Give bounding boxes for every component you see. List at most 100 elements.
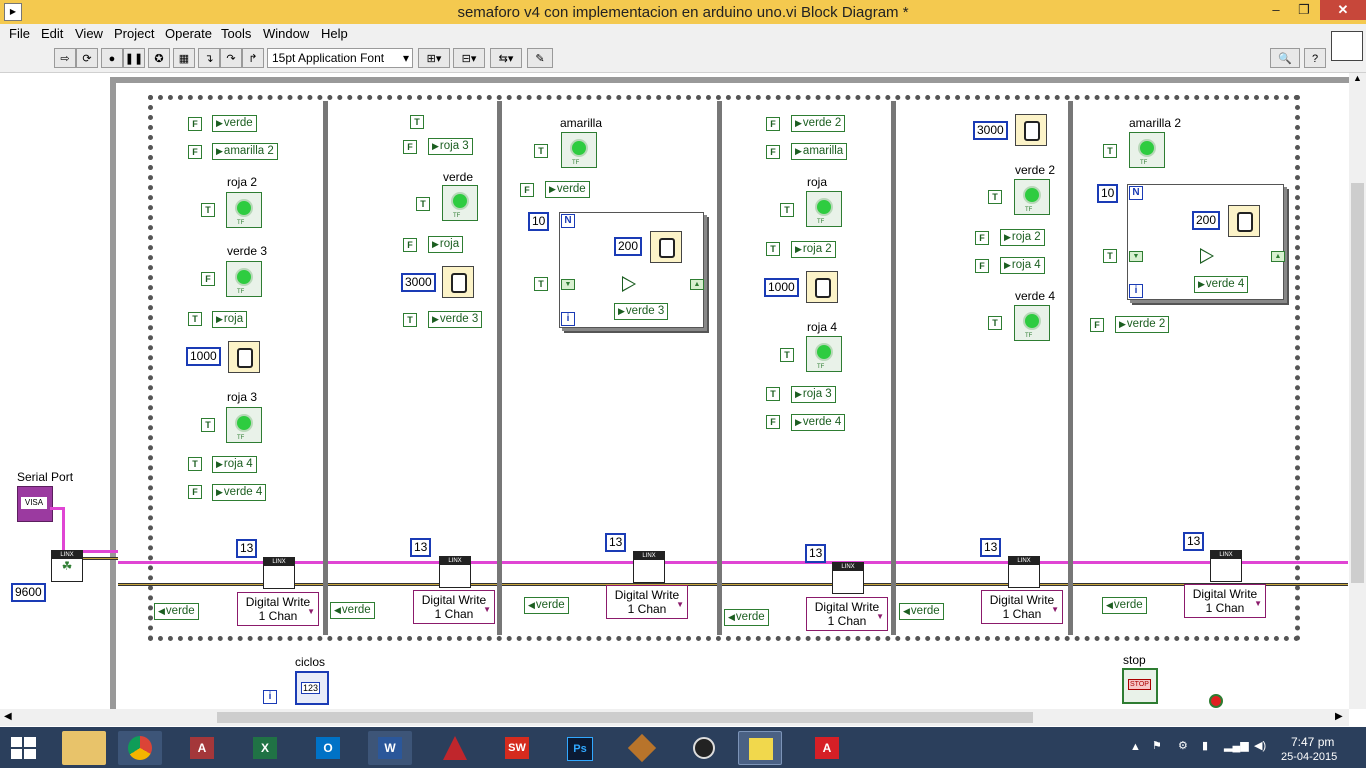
local-variable[interactable]: ▶verde	[212, 115, 257, 132]
loop-count-constant[interactable]: 10	[528, 212, 550, 231]
local-variable-read[interactable]: ◀verde	[899, 603, 944, 620]
wait-ms-constant[interactable]: 200	[1192, 211, 1221, 230]
menu-project[interactable]: Project	[114, 26, 154, 41]
true-constant[interactable]: T	[403, 313, 417, 327]
acrobat-icon[interactable]: A	[805, 731, 849, 765]
reorder-icon[interactable]: ⇆▾	[490, 48, 522, 68]
false-constant[interactable]: F	[201, 272, 215, 286]
flag-icon[interactable]: ⚑	[1152, 739, 1162, 752]
true-constant[interactable]: T	[534, 144, 548, 158]
linx-digital-write[interactable]: LINX	[263, 557, 295, 589]
vertical-scroll-thumb[interactable]	[1351, 183, 1364, 583]
highlight-bulb-icon[interactable]: ✪	[148, 48, 170, 68]
stop-button-terminal[interactable]: STOP	[1122, 668, 1158, 704]
loop-count-constant[interactable]: 10	[1097, 184, 1119, 203]
battery-icon[interactable]: ▮	[1202, 739, 1208, 752]
led-indicator[interactable]: TF	[442, 185, 478, 221]
digital-write-selector[interactable]: Digital Write 1 Chan ▼	[606, 585, 688, 619]
true-constant[interactable]: T	[780, 348, 794, 362]
access-icon[interactable]: A	[180, 731, 224, 765]
run-arrow-icon[interactable]: ⇨	[54, 48, 76, 68]
signal-icon[interactable]: ▂▄▆	[1224, 739, 1249, 752]
digital-write-selector[interactable]: Digital Write 1 Chan ▼	[981, 590, 1063, 624]
menu-tools[interactable]: Tools	[221, 26, 251, 41]
true-constant[interactable]: T	[534, 277, 548, 291]
tool-icon[interactable]	[620, 731, 664, 765]
clock-time[interactable]: 7:47 pm	[1291, 735, 1334, 749]
local-variable[interactable]: ▶verde 4	[212, 484, 267, 501]
baud-rate-constant[interactable]: 9600	[11, 583, 46, 602]
horizontal-scrollbar[interactable]: ◀ ▶	[0, 709, 1349, 726]
local-variable[interactable]: ▶verde 3	[428, 311, 483, 328]
true-constant[interactable]: T	[201, 418, 215, 432]
distribute-icon[interactable]: ⊟▾	[453, 48, 485, 68]
not-gate-icon[interactable]	[622, 276, 636, 292]
false-constant[interactable]: F	[520, 183, 534, 197]
led-indicator[interactable]: TF	[1129, 132, 1165, 168]
led-indicator[interactable]: TF	[226, 407, 262, 443]
false-constant[interactable]: F	[1090, 318, 1104, 332]
file-explorer-icon[interactable]	[62, 731, 106, 765]
local-variable[interactable]: ▶verde 2	[791, 115, 846, 132]
horizontal-scroll-thumb[interactable]	[217, 712, 1033, 723]
pin-constant[interactable]: 13	[1183, 532, 1205, 551]
wait-ms-constant[interactable]: 200	[614, 237, 643, 256]
linx-open-vi[interactable]: LINX ☘	[51, 550, 83, 582]
false-constant[interactable]: F	[766, 145, 780, 159]
true-constant[interactable]: T	[410, 115, 424, 129]
led-indicator[interactable]: TF	[806, 191, 842, 227]
linx-digital-write[interactable]: LINX	[1210, 550, 1242, 582]
true-constant[interactable]: T	[766, 387, 780, 401]
step-into-icon[interactable]: ↴	[198, 48, 220, 68]
local-variable-read[interactable]: ◀verde	[524, 597, 569, 614]
false-constant[interactable]: F	[403, 140, 417, 154]
run-continuous-icon[interactable]: ⟳	[76, 48, 98, 68]
pin-constant[interactable]: 13	[605, 533, 627, 552]
scroll-right-icon[interactable]: ▶	[1335, 711, 1343, 722]
local-variable[interactable]: ▶amarilla 2	[212, 143, 278, 160]
local-variable[interactable]: ▶verde 4	[791, 414, 846, 431]
digital-write-selector[interactable]: Digital Write 1 Chan ▼	[413, 590, 495, 624]
digital-write-selector[interactable]: Digital Write 1 Chan ▼	[806, 597, 888, 631]
wait-ms-constant[interactable]: 3000	[973, 121, 1008, 140]
excel-icon[interactable]: X	[243, 731, 287, 765]
block-diagram[interactable]: Serial Port VISA LINX ☘ 9600 F ▶verde F ▶…	[0, 73, 1349, 709]
false-constant[interactable]: F	[188, 485, 202, 499]
outlook-icon[interactable]: O	[306, 731, 350, 765]
serial-port-terminal[interactable]: VISA	[17, 486, 53, 522]
true-constant[interactable]: T	[188, 457, 202, 471]
local-variable[interactable]: ▶roja 3	[791, 386, 836, 403]
windows-start-icon[interactable]	[6, 731, 50, 765]
false-constant[interactable]: F	[403, 238, 417, 252]
minimize-button[interactable]: –	[1262, 0, 1290, 20]
media-icon[interactable]	[682, 731, 726, 765]
menu-window[interactable]: Window	[263, 26, 309, 41]
menu-help[interactable]: Help	[321, 26, 348, 41]
false-constant[interactable]: F	[188, 117, 202, 131]
pin-constant[interactable]: 13	[805, 544, 827, 563]
step-out-icon[interactable]: ↱	[242, 48, 264, 68]
local-variable[interactable]: ▶roja 4	[212, 456, 257, 473]
local-variable[interactable]: ▶verde	[545, 181, 590, 198]
pin-constant[interactable]: 13	[236, 539, 258, 558]
metronome-wait-icon[interactable]	[1228, 205, 1260, 237]
local-variable-read[interactable]: ◀verde	[724, 609, 769, 626]
false-constant[interactable]: F	[975, 259, 989, 273]
false-constant[interactable]: F	[975, 231, 989, 245]
word-icon[interactable]: W	[368, 731, 412, 765]
abort-icon[interactable]: ●	[101, 48, 123, 68]
vi-icon[interactable]	[1331, 31, 1363, 61]
local-variable[interactable]: ▶roja 2	[1000, 229, 1045, 246]
help-icon[interactable]: ?	[1304, 48, 1326, 68]
tray-expand-icon[interactable]: ▲	[1130, 741, 1141, 753]
clock-date[interactable]: 25-04-2015	[1281, 751, 1337, 763]
local-variable-read[interactable]: ◀verde	[330, 602, 375, 619]
local-variable-read[interactable]: ◀verde	[1102, 597, 1147, 614]
local-variable[interactable]: ▶roja	[428, 236, 464, 253]
scroll-left-icon[interactable]: ◀	[4, 711, 12, 722]
close-button[interactable]: ✕	[1320, 0, 1366, 20]
not-gate-icon[interactable]	[1200, 248, 1214, 264]
pin-constant[interactable]: 13	[980, 538, 1002, 557]
local-variable[interactable]: ▶verde 2	[1115, 316, 1170, 333]
photoshop-icon[interactable]: Ps	[557, 731, 601, 765]
